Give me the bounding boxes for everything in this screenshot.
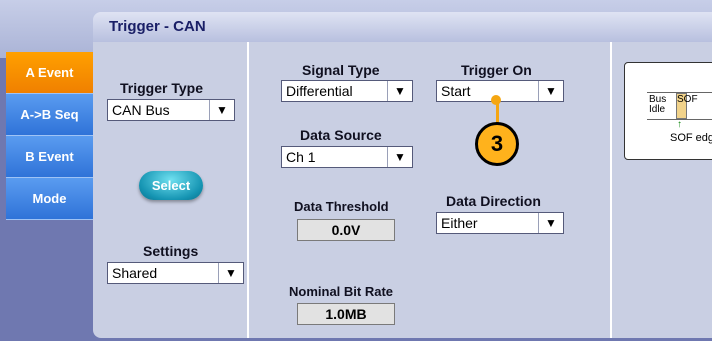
nominal-bit-rate-readout[interactable]: 1.0MB — [297, 303, 395, 325]
data-source-dropdown[interactable]: Ch 1 ▼ — [281, 146, 413, 168]
tab-label: Mode — [32, 191, 67, 206]
tab-a-b-seq[interactable]: A->B Seq — [6, 94, 93, 136]
trigger-on-label: Trigger On — [461, 62, 532, 78]
settings-label: Settings — [143, 243, 199, 259]
data-source-value: Ch 1 — [286, 149, 316, 165]
data-source-label: Data Source — [300, 127, 382, 143]
trigger-type-label: Trigger Type — [120, 80, 203, 96]
window-title: Trigger - CAN — [109, 18, 206, 35]
tab-b-event[interactable]: B Event — [6, 136, 93, 178]
select-button[interactable]: Select — [139, 171, 203, 200]
event-tabs: A Event A->B Seq B Event Mode — [6, 52, 93, 223]
callout-pointer-line — [496, 100, 499, 123]
sof-diagram: Bus Idle SOF ↑ SOF edge — [624, 62, 712, 160]
tab-label: B Event — [25, 149, 74, 164]
sof-bit: SOF — [676, 93, 698, 119]
column-divider-right — [610, 42, 612, 338]
signal-type-label: Signal Type — [302, 62, 380, 78]
callout-badge: 3 — [475, 122, 519, 166]
settings-value: Shared — [112, 265, 158, 281]
chevron-down-icon: ▼ — [387, 81, 412, 101]
tab-label: A->B Seq — [20, 107, 79, 122]
nominal-bit-rate-label: Nominal Bit Rate — [289, 284, 394, 299]
trigger-type-value: CAN Bus — [112, 102, 170, 118]
chevron-down-icon: ▼ — [209, 100, 234, 120]
bus-idle-label: Bus Idle — [649, 94, 667, 115]
trigger-on-value: Start — [441, 83, 471, 99]
sof-edge-label: SOF edge — [670, 132, 712, 144]
settings-dropdown[interactable]: Shared ▼ — [107, 262, 244, 284]
data-direction-label: Data Direction — [446, 193, 541, 209]
data-threshold-label: Data Threshold — [294, 199, 389, 214]
chevron-down-icon: ▼ — [387, 147, 412, 167]
sof-arrow-icon: ↑ — [677, 119, 682, 130]
chevron-down-icon: ▼ — [538, 213, 563, 233]
signal-type-dropdown[interactable]: Differential ▼ — [281, 80, 413, 102]
data-direction-dropdown[interactable]: Either ▼ — [436, 212, 564, 234]
chevron-down-icon: ▼ — [218, 263, 243, 283]
column-divider-left — [247, 42, 249, 338]
data-direction-value: Either — [441, 215, 478, 231]
tab-a-event[interactable]: A Event — [6, 52, 93, 94]
chevron-down-icon: ▼ — [538, 81, 563, 101]
signal-type-value: Differential — [286, 83, 353, 99]
data-threshold-readout[interactable]: 0.0V — [297, 219, 395, 241]
tab-mode[interactable]: Mode — [6, 178, 93, 220]
trigger-type-dropdown[interactable]: CAN Bus ▼ — [107, 99, 235, 121]
tab-label: A Event — [25, 65, 74, 80]
